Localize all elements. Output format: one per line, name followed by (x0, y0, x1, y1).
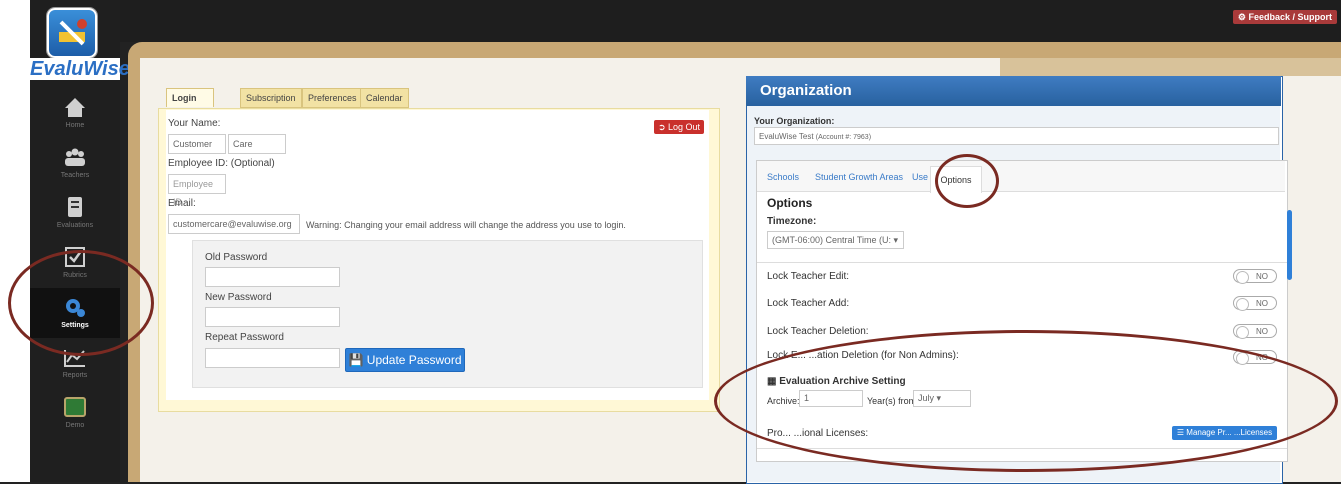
sidebar-item-label: Evaluations (56, 222, 94, 229)
annotation-oval-archive (714, 330, 1338, 472)
update-password-button[interactable]: 💾 Update Password (345, 348, 465, 372)
employee-id-input[interactable]: Employee ID (168, 174, 226, 207)
sidebar-item-evaluations[interactable]: Evaluations (30, 188, 120, 238)
timezone-select[interactable]: (GMT-06:00) Central Time (U: ▾ (767, 231, 904, 249)
tab-schools[interactable]: Schools (767, 172, 799, 182)
new-password-label: New Password (205, 292, 272, 303)
email-warning: Warning: Changing your email address wil… (306, 220, 626, 230)
email-label: Email: (168, 198, 196, 209)
tab-student-growth-areas[interactable]: Student Growth Areas (815, 172, 903, 182)
sidebar-item-home[interactable]: Home (30, 88, 120, 138)
lock-teacher-deletion-toggle[interactable]: NO (1233, 324, 1277, 339)
sidebar-item-label: Teachers (60, 172, 90, 179)
employee-id-label: Employee ID: (Optional) (168, 158, 275, 169)
sidebar-item-demo[interactable]: Demo (30, 388, 120, 438)
timezone-label: Timezone: (767, 216, 817, 227)
lock-teacher-add-toggle[interactable]: NO (1233, 296, 1277, 311)
top-bar (120, 0, 1341, 42)
new-password-input[interactable] (205, 307, 340, 327)
old-password-input[interactable] (205, 267, 340, 287)
last-name-input[interactable]: Care (228, 134, 286, 154)
sidebar-margin (0, 0, 30, 482)
tab-preferences[interactable]: Preferences (302, 88, 363, 108)
tab-subscription[interactable]: Subscription (240, 88, 302, 108)
logout-button[interactable]: ➲ Log Out (654, 120, 704, 134)
lock-teacher-add-row: Lock Teacher Add: NO (757, 290, 1287, 319)
first-name-input[interactable]: Customer (168, 134, 226, 154)
demo-icon (63, 396, 87, 418)
tab-users[interactable]: Use (912, 172, 928, 182)
options-heading: Options (767, 196, 813, 210)
repeat-password-input[interactable] (205, 348, 340, 368)
home-icon (63, 96, 87, 118)
annotation-oval-settings (8, 250, 154, 356)
sidebar-item-teachers[interactable]: Teachers (30, 138, 120, 188)
sidebar-item-label: Reports (62, 372, 88, 379)
sidebar-item-label: Home (65, 122, 85, 129)
evaluwise-logo-icon[interactable] (47, 8, 97, 58)
feedback-support-button[interactable]: ⚙ Feedback / Support (1232, 10, 1337, 24)
your-name-label: Your Name: (168, 118, 221, 129)
annotation-oval-options-tab (935, 154, 999, 208)
email-input[interactable]: customercare@evaluwise.org (168, 214, 300, 234)
logo-text: EvaluWise (30, 58, 130, 80)
teachers-icon (63, 146, 87, 168)
your-organization-label: Your Organization: (754, 116, 835, 126)
options-scrollbar[interactable] (1287, 210, 1292, 280)
organization-title: Organization (746, 76, 1281, 106)
organization-input[interactable]: EvaluWise Test (Account #: 7963) (754, 127, 1279, 145)
tab-login-settings[interactable]: Login Settings (166, 88, 214, 121)
sidebar-item-label: Demo (65, 422, 85, 429)
repeat-password-label: Repeat Password (205, 332, 284, 343)
lock-teacher-edit-toggle[interactable]: NO (1233, 269, 1277, 284)
lock-teacher-edit-row: Lock Teacher Edit: NO (757, 262, 1287, 292)
old-password-label: Old Password (205, 252, 268, 263)
paper-edge (1000, 58, 1341, 76)
tab-calendar-feed[interactable]: Calendar Feed (360, 88, 409, 121)
evaluations-icon (63, 196, 87, 218)
